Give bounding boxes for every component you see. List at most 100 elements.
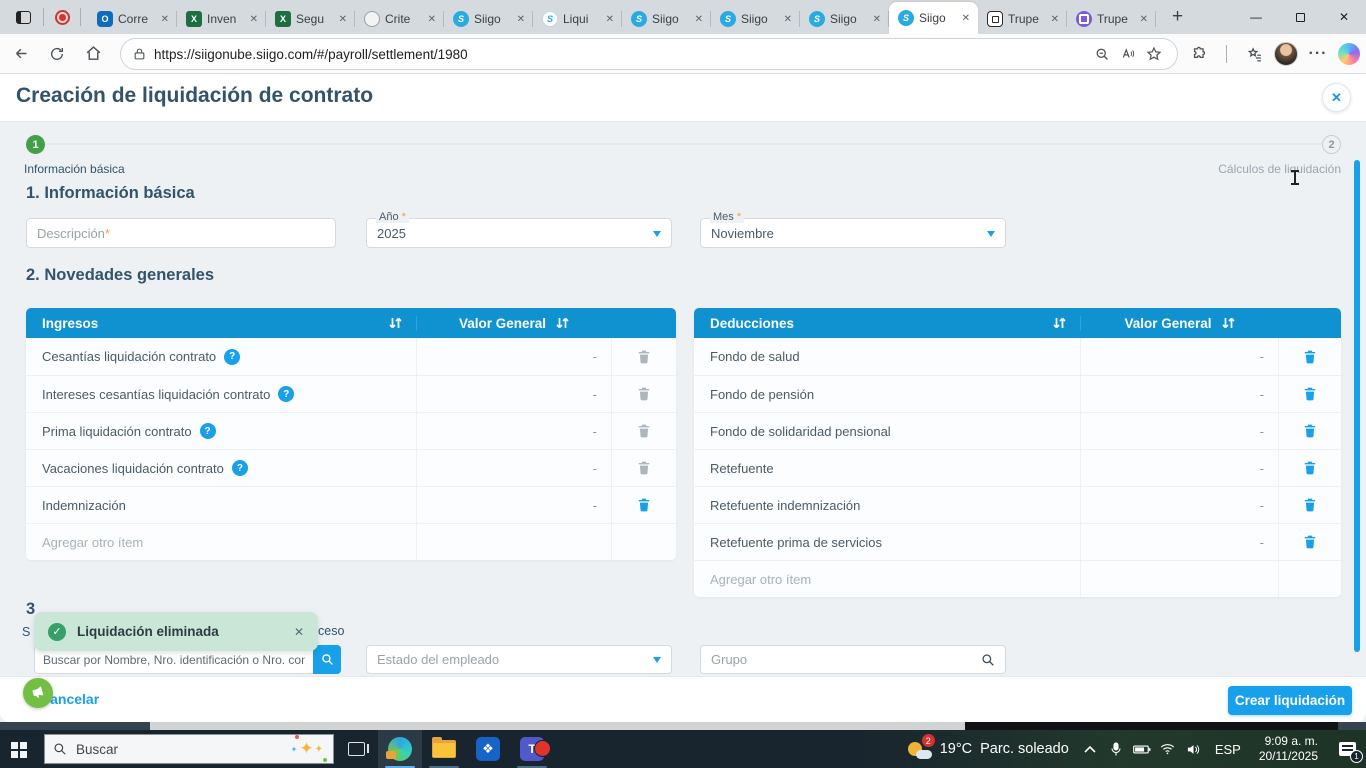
stepper-step-1[interactable]: 1 (26, 135, 45, 154)
battery-icon[interactable] (1129, 730, 1155, 768)
grupo-field[interactable]: Grupo (700, 645, 1006, 674)
row-value[interactable]: - (416, 338, 611, 375)
edge-taskbar-icon[interactable] (378, 730, 422, 768)
profile-avatar[interactable] (1274, 42, 1298, 66)
browser-tab[interactable]: Crite ✕ (355, 4, 444, 34)
show-hidden-icons-chevron[interactable] (1077, 730, 1103, 768)
vertical-tabs-icon[interactable] (10, 6, 36, 28)
search-icon[interactable] (981, 653, 995, 667)
chevron-down-icon[interactable] (653, 657, 661, 663)
trash-icon[interactable] (1303, 349, 1317, 365)
tab-close-icon[interactable]: ✕ (604, 12, 616, 27)
modal-close-button[interactable]: ✕ (1322, 83, 1351, 112)
stepper-step-2[interactable]: 2 (1322, 135, 1341, 154)
copilot-icon[interactable] (1338, 43, 1360, 65)
row-value[interactable]: - (1080, 450, 1278, 486)
file-explorer-icon[interactable] (422, 730, 466, 768)
browser-tab[interactable]: S Siigo ✕ (711, 4, 800, 34)
trash-icon[interactable] (637, 423, 651, 439)
create-settlement-button[interactable]: Crear liquidación (1228, 686, 1352, 715)
task-view-icon[interactable] (334, 730, 378, 768)
teams-icon[interactable]: T (510, 730, 554, 768)
trash-icon[interactable] (1303, 423, 1317, 439)
close-window-button[interactable]: ✕ (1322, 0, 1366, 34)
trash-icon[interactable] (1303, 497, 1317, 513)
start-button-icon[interactable] (0, 730, 44, 768)
maximize-button[interactable] (1278, 0, 1322, 34)
trash-icon[interactable] (637, 349, 651, 365)
row-value[interactable]: - (1080, 376, 1278, 412)
row-value[interactable]: - (1080, 487, 1278, 523)
browser-tab[interactable]: S Siigo ✕ (800, 4, 889, 34)
megaphone-fab-icon[interactable] (23, 678, 53, 708)
browser-tab[interactable]: S Siigo ✕ (889, 2, 978, 34)
weather-widget[interactable]: 2 19°C Parc. soleado (898, 734, 1077, 760)
browser-tab[interactable]: S Liqui ✕ (533, 4, 622, 34)
new-tab-button[interactable]: + (1166, 6, 1189, 28)
minimize-button[interactable]: — (1234, 0, 1278, 34)
lock-icon[interactable] (133, 47, 146, 61)
tab-close-icon[interactable]: ✕ (960, 11, 972, 26)
url-bar[interactable]: https://siigonube.siigo.com/#/payroll/se… (120, 38, 1178, 70)
blue-diamond-app-icon[interactable]: ❖ (466, 730, 510, 768)
recording-indicator-icon[interactable] (51, 6, 73, 28)
row-value[interactable]: - (1080, 524, 1278, 560)
help-icon[interactable]: ? (224, 348, 241, 365)
tab-close-icon[interactable]: ✕ (871, 12, 883, 27)
sort-icon[interactable] (1221, 317, 1235, 329)
browser-tab[interactable]: Trupe ✕ (1067, 4, 1156, 34)
refresh-icon[interactable] (42, 39, 72, 69)
browser-tab[interactable]: Trupe ✕ (978, 4, 1067, 34)
browser-tab[interactable]: S Siigo ✕ (622, 4, 711, 34)
sort-icon[interactable] (389, 317, 402, 329)
row-value[interactable]: - (416, 413, 611, 449)
tab-close-icon[interactable]: ✕ (159, 12, 171, 27)
clock[interactable]: 9:09 a. m. 20/11/2025 (1249, 734, 1328, 764)
favorite-star-icon[interactable] (1141, 41, 1167, 67)
trash-icon[interactable] (637, 497, 651, 513)
volume-icon[interactable] (1181, 730, 1207, 768)
browser-tab[interactable]: O Corre ✕ (88, 4, 177, 34)
sort-icon[interactable] (556, 317, 569, 329)
tab-close-icon[interactable]: ✕ (1049, 12, 1061, 27)
extensions-icon[interactable] (1185, 40, 1213, 68)
sort-icon[interactable] (1053, 317, 1066, 329)
tab-close-icon[interactable]: ✕ (782, 12, 794, 27)
row-value[interactable]: - (416, 450, 611, 486)
add-item-row[interactable]: Agregar otro ítem (26, 523, 676, 560)
tab-close-icon[interactable]: ✕ (515, 12, 527, 27)
collections-icon[interactable] (1240, 40, 1268, 68)
wifi-icon[interactable] (1155, 730, 1181, 768)
add-item-row[interactable]: Agregar otro ítem (694, 560, 1341, 597)
read-aloud-icon[interactable] (1115, 41, 1141, 67)
estado-empleado-select[interactable]: Estado del empleado (366, 645, 672, 674)
toast-close-icon[interactable]: ✕ (292, 623, 306, 641)
browser-tab[interactable]: S Siigo ✕ (444, 4, 533, 34)
trash-icon[interactable] (637, 386, 651, 402)
chevron-down-icon[interactable] (653, 231, 661, 237)
tab-close-icon[interactable]: ✕ (248, 12, 260, 27)
help-icon[interactable]: ? (278, 386, 295, 402)
home-icon[interactable] (78, 39, 108, 69)
trash-icon[interactable] (1303, 460, 1317, 476)
row-value[interactable]: - (1080, 413, 1278, 449)
chevron-down-icon[interactable] (987, 231, 995, 237)
anio-select[interactable]: Año * 2025 (366, 212, 672, 248)
row-value[interactable]: - (416, 376, 611, 412)
back-icon[interactable] (6, 39, 36, 69)
settings-menu-icon[interactable]: ··· (1304, 40, 1332, 68)
trash-icon[interactable] (637, 460, 651, 476)
mes-select[interactable]: Mes * Noviembre (700, 212, 1006, 248)
url-text[interactable]: https://siigonube.siigo.com/#/payroll/se… (154, 47, 1089, 62)
zoom-icon[interactable] (1089, 41, 1115, 67)
tab-close-icon[interactable]: ✕ (693, 12, 705, 27)
scrollbar-thumb[interactable] (1354, 160, 1360, 652)
action-center-icon[interactable]: 1 (1328, 730, 1366, 768)
tab-close-icon[interactable]: ✕ (1138, 12, 1150, 27)
trash-icon[interactable] (1303, 386, 1317, 402)
search-button[interactable] (313, 645, 341, 674)
language-indicator[interactable]: ESP (1207, 742, 1249, 757)
microphone-icon[interactable] (1103, 730, 1129, 768)
row-value[interactable]: - (416, 487, 611, 523)
browser-tab[interactable]: X Inven ✕ (177, 4, 266, 34)
